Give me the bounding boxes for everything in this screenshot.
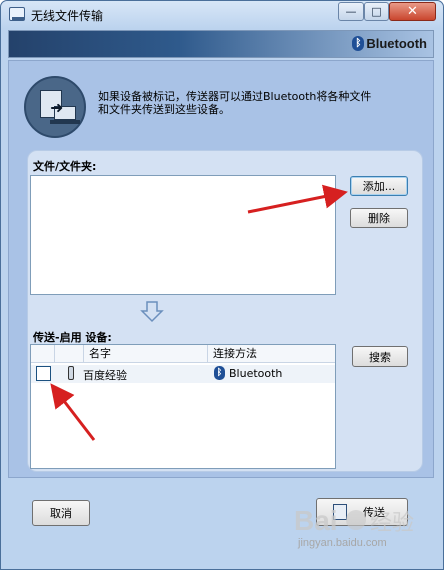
device-connection-method: Bluetooth	[229, 367, 283, 380]
column-icon[interactable]	[55, 345, 84, 363]
bluetooth-logo: ᛒ Bluetooth	[352, 36, 427, 51]
header-banner: ᛒ Bluetooth	[8, 30, 434, 58]
minimize-button[interactable]: —	[338, 2, 364, 21]
bluetooth-icon: ᛒ	[214, 366, 225, 380]
files-label: 文件/文件夹:	[33, 160, 97, 173]
app-icon	[9, 7, 25, 21]
devices-label: 传送-启用 设备:	[33, 331, 112, 344]
phone-icon	[68, 366, 74, 380]
info-text: 如果设备被标记，传送器可以通过Bluetooth将各种文件 和文件夹传送到这些设…	[98, 90, 418, 116]
add-button[interactable]: 添加...	[350, 176, 408, 196]
down-arrow-icon	[140, 301, 164, 323]
info-text-line1: 如果设备被标记，传送器可以通过Bluetooth将各种文件	[98, 90, 372, 103]
search-button[interactable]: 搜索	[352, 346, 408, 367]
info-text-line2: 和文件夹传送到这些设备。	[98, 103, 230, 116]
devices-list[interactable]: 名字 连接方法 百度经验 ᛒ Bluetooth	[30, 344, 336, 469]
close-button[interactable]: ✕	[389, 2, 436, 21]
title-bar[interactable]: 无线文件传输 — □ ✕	[1, 1, 443, 29]
svg-text:Bai: Bai	[294, 505, 338, 536]
device-checkbox[interactable]	[36, 366, 51, 381]
delete-button[interactable]: 删除	[350, 208, 408, 228]
column-connection-method[interactable]: 连接方法	[208, 345, 334, 363]
column-check[interactable]	[31, 345, 55, 363]
svg-text:经验: 经验	[370, 510, 414, 535]
device-row[interactable]: 百度经验 ᛒ Bluetooth	[31, 365, 335, 383]
file-transfer-icon: ➜	[24, 76, 86, 138]
cancel-button[interactable]: 取消	[32, 500, 90, 526]
bluetooth-icon: ᛒ	[352, 36, 365, 51]
bluetooth-brand-text: Bluetooth	[366, 36, 427, 51]
maximize-button[interactable]: □	[364, 2, 389, 21]
watermark-url: jingyan.baidu.com	[298, 537, 387, 549]
window-title: 无线文件传输	[31, 9, 104, 23]
devices-column-header: 名字 连接方法	[31, 345, 335, 363]
files-list[interactable]	[30, 175, 336, 295]
device-name: 百度经验	[83, 369, 127, 382]
column-name[interactable]: 名字	[84, 345, 208, 363]
